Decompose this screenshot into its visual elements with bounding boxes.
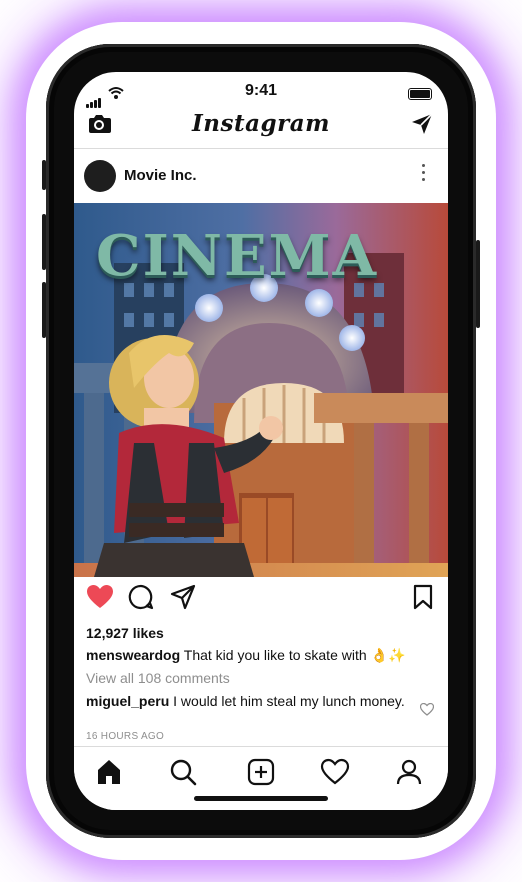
activity-heart-icon[interactable]: [320, 757, 350, 787]
post-username[interactable]: Movie Inc.: [124, 167, 197, 184]
avatar[interactable]: [84, 160, 116, 192]
home-icon[interactable]: [94, 757, 124, 787]
search-icon[interactable]: [168, 757, 198, 787]
bookmark-icon[interactable]: [412, 584, 434, 610]
post-caption: mensweardog That kid you like to skate w…: [86, 647, 436, 664]
heart-filled-icon[interactable]: [86, 584, 114, 610]
share-icon[interactable]: [170, 584, 196, 610]
app-header: Instagram: [74, 104, 448, 149]
add-post-icon[interactable]: [246, 757, 276, 787]
status-bar: 9:41: [74, 72, 448, 108]
comment-username[interactable]: miguel_peru: [86, 693, 169, 709]
comment-item: miguel_peru I would let him steal my lun…: [86, 693, 412, 710]
battery-icon: [408, 88, 432, 100]
more-vertical-icon[interactable]: [422, 164, 426, 185]
comment-icon[interactable]: [128, 584, 154, 610]
direct-send-icon[interactable]: [410, 112, 434, 136]
view-all-comments-link[interactable]: View all 108 comments: [86, 670, 230, 686]
home-indicator[interactable]: [194, 796, 328, 801]
status-time: 9:41: [244, 82, 278, 99]
app-title: Instagram: [192, 110, 330, 137]
likes-count[interactable]: 12,927 likes: [86, 625, 164, 641]
profile-icon[interactable]: [394, 757, 424, 787]
phone-screen: 9:41 Instagram Movie Inc. CINEMA 12,927 …: [74, 72, 448, 810]
heart-outline-icon[interactable]: [420, 703, 434, 716]
post-image[interactable]: CINEMA: [74, 203, 448, 577]
caption-username[interactable]: mensweardog: [86, 647, 180, 663]
caption-text: That kid you like to skate with 👌✨: [183, 647, 406, 663]
image-sign-text: CINEMA: [96, 223, 379, 289]
post-time: 16 HOURS AGO: [86, 731, 165, 742]
comment-text: I would let him steal my lunch money.: [173, 693, 405, 709]
post-actions: [74, 584, 448, 620]
post-header: Movie Inc.: [74, 150, 448, 202]
